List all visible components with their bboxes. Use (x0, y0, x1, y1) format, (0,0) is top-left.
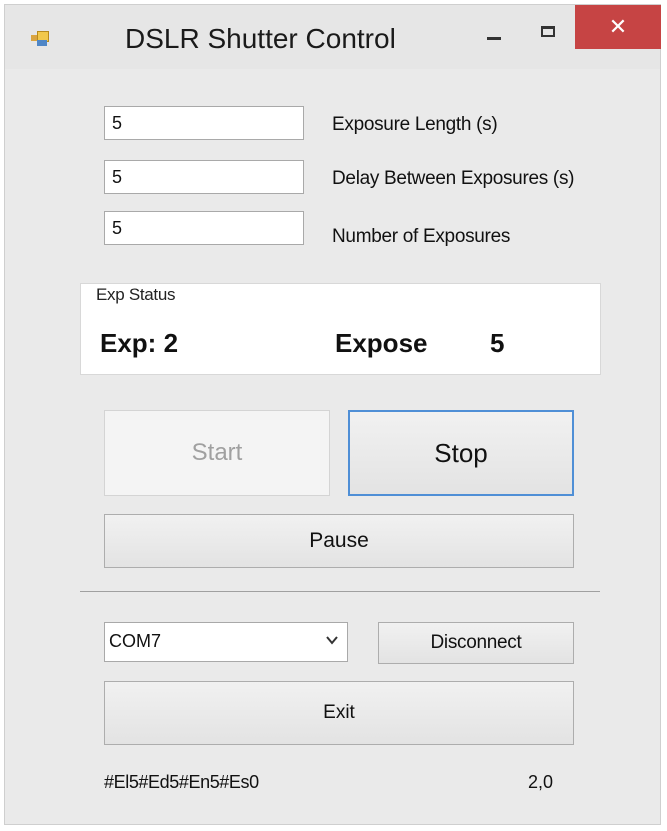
minimize-button[interactable] (469, 11, 519, 51)
chevron-down-icon (326, 636, 338, 645)
status-code-text: #El5#Ed5#En5#Es0 (104, 772, 259, 792)
exposure-countdown: 5 (490, 328, 505, 358)
delay-between-exposures-label: Delay Between Exposures (s) (332, 168, 575, 189)
disconnect-button[interactable]: Disconnect (378, 622, 574, 664)
status-value-text: 2,0 (528, 772, 554, 792)
com-port-select[interactable]: COM7 (104, 622, 348, 662)
close-icon: ✕ (608, 14, 628, 39)
stop-button[interactable]: Stop (348, 410, 574, 496)
maximize-button[interactable] (521, 11, 575, 51)
title-bar[interactable]: DSLR Shutter Control ✕ (5, 5, 661, 69)
exposure-length-label: Exposure Length (s) (332, 114, 498, 135)
number-of-exposures-input[interactable] (104, 211, 304, 245)
close-button[interactable]: ✕ (575, 5, 661, 49)
app-icon (31, 31, 51, 47)
window-title: DSLR Shutter Control (125, 23, 396, 54)
separator (80, 591, 600, 592)
com-port-value: COM7 (109, 631, 162, 651)
delay-between-exposures-input[interactable] (104, 160, 304, 194)
start-button[interactable]: Start (104, 410, 330, 496)
exposure-length-input[interactable] (104, 106, 304, 140)
pause-button[interactable]: Pause (104, 514, 574, 568)
exposure-state: Expose (335, 328, 428, 358)
exit-button[interactable]: Exit (104, 681, 574, 745)
exp-status-title: Exp Status (93, 285, 179, 305)
maximize-icon (541, 25, 555, 37)
number-of-exposures-label: Number of Exposures (332, 226, 511, 247)
minimize-icon (487, 36, 501, 40)
exp-count: Exp: 2 (100, 328, 179, 358)
